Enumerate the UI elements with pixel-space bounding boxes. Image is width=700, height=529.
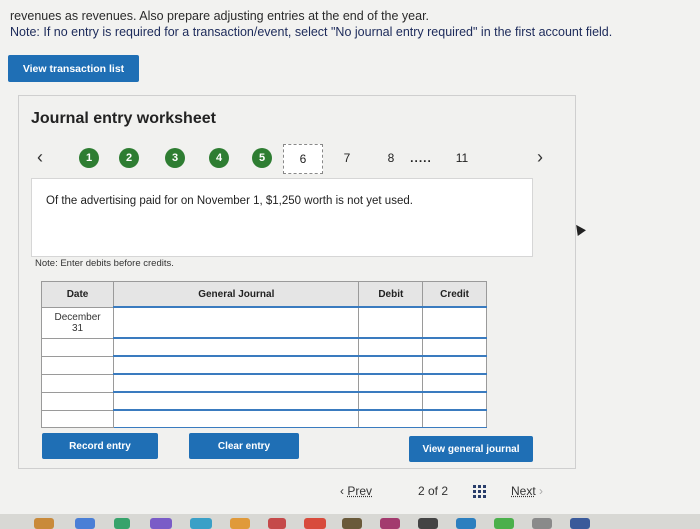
dock-app-icon[interactable]	[380, 518, 400, 529]
dock-app-icon[interactable]	[494, 518, 514, 529]
date-day: 31	[71, 322, 84, 334]
debit-field[interactable]	[358, 355, 424, 375]
transaction-description-box: Of the advertising paid for on November …	[31, 178, 533, 257]
view-transaction-list-button[interactable]: View transaction list	[8, 55, 139, 82]
journal-worksheet-panel: Journal entry worksheet ‹ 1 2 3 4 5 6 7 …	[18, 95, 576, 469]
debit-field[interactable]	[358, 373, 424, 393]
dock-app-icon[interactable]	[190, 518, 212, 529]
table-row	[40, 373, 487, 393]
account-field[interactable]	[113, 337, 360, 357]
credit-field[interactable]	[422, 373, 487, 393]
table-row: December 31	[40, 306, 487, 339]
step-4[interactable]: 4	[209, 148, 229, 168]
instructions-line2: Note: If no entry is required for a tran…	[10, 25, 613, 39]
date-cell[interactable]	[40, 409, 115, 428]
credit-field[interactable]	[422, 337, 487, 357]
date-month: December	[54, 311, 101, 323]
prev-link[interactable]: ‹ Prev	[340, 484, 372, 498]
dock-app-icon[interactable]	[268, 518, 286, 529]
dock-app-icon[interactable]	[456, 518, 476, 529]
clear-entry-button[interactable]: Clear entry	[189, 433, 299, 459]
date-cell[interactable]	[40, 337, 115, 357]
entry-note: Note: Enter debits before credits.	[35, 258, 174, 269]
page-indicator: 2 of 2	[418, 484, 449, 498]
dock-app-icon[interactable]	[34, 518, 54, 529]
prev-label[interactable]: Prev	[347, 484, 372, 498]
date-cell[interactable]	[40, 373, 115, 393]
transaction-description: Of the advertising paid for on November …	[46, 195, 413, 207]
dock-app-icon[interactable]	[230, 518, 250, 529]
worksheet-title: Journal entry worksheet	[31, 110, 216, 127]
chevron-right-icon[interactable]: ›	[537, 147, 543, 168]
step-2[interactable]: 2	[119, 148, 139, 168]
dock-app-icon[interactable]	[342, 518, 362, 529]
step-11[interactable]: 11	[452, 148, 472, 168]
account-field[interactable]	[113, 306, 360, 339]
view-general-journal-button[interactable]: View general journal	[409, 436, 533, 462]
header-date: Date	[40, 281, 115, 308]
step-8[interactable]: 8	[381, 148, 401, 168]
dock-app-icon[interactable]	[570, 518, 590, 529]
dock-app-icon[interactable]	[532, 518, 552, 529]
header-debit: Debit	[358, 281, 424, 308]
table-row	[40, 391, 487, 411]
instructions: revenues as revenues. Also prepare adjus…	[10, 8, 612, 40]
credit-field[interactable]	[422, 409, 487, 428]
table-row	[40, 337, 487, 357]
instructions-line1: revenues as revenues. Also prepare adjus…	[10, 9, 430, 23]
grid-icon[interactable]	[473, 485, 486, 498]
dock-app-icon[interactable]	[418, 518, 438, 529]
journal-entry-table: Date General Journal Debit Credit Decemb…	[40, 281, 487, 428]
date-cell[interactable]	[40, 355, 115, 375]
step-6-current[interactable]: 6	[283, 144, 323, 174]
credit-field[interactable]	[422, 391, 487, 411]
debit-field[interactable]	[358, 337, 424, 357]
debit-field[interactable]	[358, 391, 424, 411]
step-ellipsis: .....	[410, 151, 432, 165]
step-5[interactable]: 5	[252, 148, 272, 168]
chevron-left-icon[interactable]: ‹	[37, 147, 43, 168]
step-7[interactable]: 7	[337, 148, 357, 168]
chevron-left-icon: ‹	[340, 484, 344, 498]
account-field[interactable]	[113, 391, 360, 411]
step-navigation: ‹ 1 2 3 4 5 6 7 8 ..... 11 ›	[19, 144, 575, 174]
table-header-row: Date General Journal Debit Credit	[40, 281, 487, 308]
dock-app-icon[interactable]	[75, 518, 95, 529]
debit-field[interactable]	[358, 306, 424, 339]
credit-field[interactable]	[422, 306, 487, 339]
chevron-right-icon: ›	[539, 484, 544, 498]
next-link[interactable]: Next ›	[511, 484, 543, 498]
calendar-icon[interactable]	[304, 518, 326, 529]
account-field[interactable]	[113, 373, 360, 393]
header-credit: Credit	[422, 281, 487, 308]
account-field[interactable]	[113, 355, 360, 375]
date-cell[interactable]: December 31	[40, 306, 115, 339]
table-row	[40, 355, 487, 375]
header-general-journal: General Journal	[113, 281, 360, 308]
step-1[interactable]: 1	[79, 148, 99, 168]
dock-app-icon[interactable]	[114, 518, 130, 529]
date-cell[interactable]	[40, 391, 115, 411]
account-field[interactable]	[113, 409, 360, 428]
taskbar-dock	[0, 514, 700, 529]
record-entry-button[interactable]: Record entry	[42, 433, 158, 459]
step-3[interactable]: 3	[165, 148, 185, 168]
next-label[interactable]: Next	[511, 484, 536, 498]
table-row	[40, 409, 487, 428]
debit-field[interactable]	[358, 409, 424, 428]
dock-app-icon[interactable]	[150, 518, 172, 529]
credit-field[interactable]	[422, 355, 487, 375]
